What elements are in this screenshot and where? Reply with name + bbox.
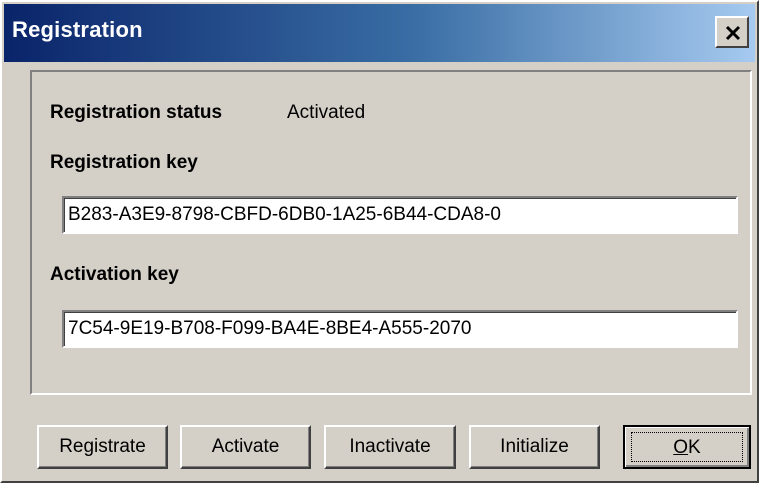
- close-button[interactable]: [715, 16, 749, 48]
- registration-key-input[interactable]: [68, 198, 730, 232]
- registration-status-value: Activated: [287, 102, 366, 123]
- activate-button[interactable]: Activate: [180, 425, 311, 469]
- registrate-button[interactable]: Registrate: [37, 425, 168, 469]
- activation-key-field[interactable]: [62, 310, 738, 348]
- activation-key-input[interactable]: [68, 312, 730, 346]
- activation-key-label: Activation key: [50, 264, 179, 285]
- inactivate-button[interactable]: Inactivate: [324, 425, 456, 469]
- ok-label-rest: K: [688, 437, 701, 458]
- registration-status-label: Registration status: [50, 102, 223, 123]
- registration-key-field[interactable]: [62, 196, 738, 234]
- ok-focus-rect: OK: [631, 432, 743, 462]
- window-title: Registration: [12, 17, 143, 42]
- title-bar[interactable]: Registration: [4, 4, 755, 62]
- registration-key-label: Registration key: [50, 152, 198, 173]
- initialize-button[interactable]: Initialize: [469, 425, 600, 469]
- close-icon: [725, 25, 741, 41]
- registration-dialog: Registration Registration status Activat…: [0, 0, 759, 483]
- ok-button[interactable]: OK: [623, 425, 751, 469]
- ok-mnemonic: O: [673, 437, 689, 458]
